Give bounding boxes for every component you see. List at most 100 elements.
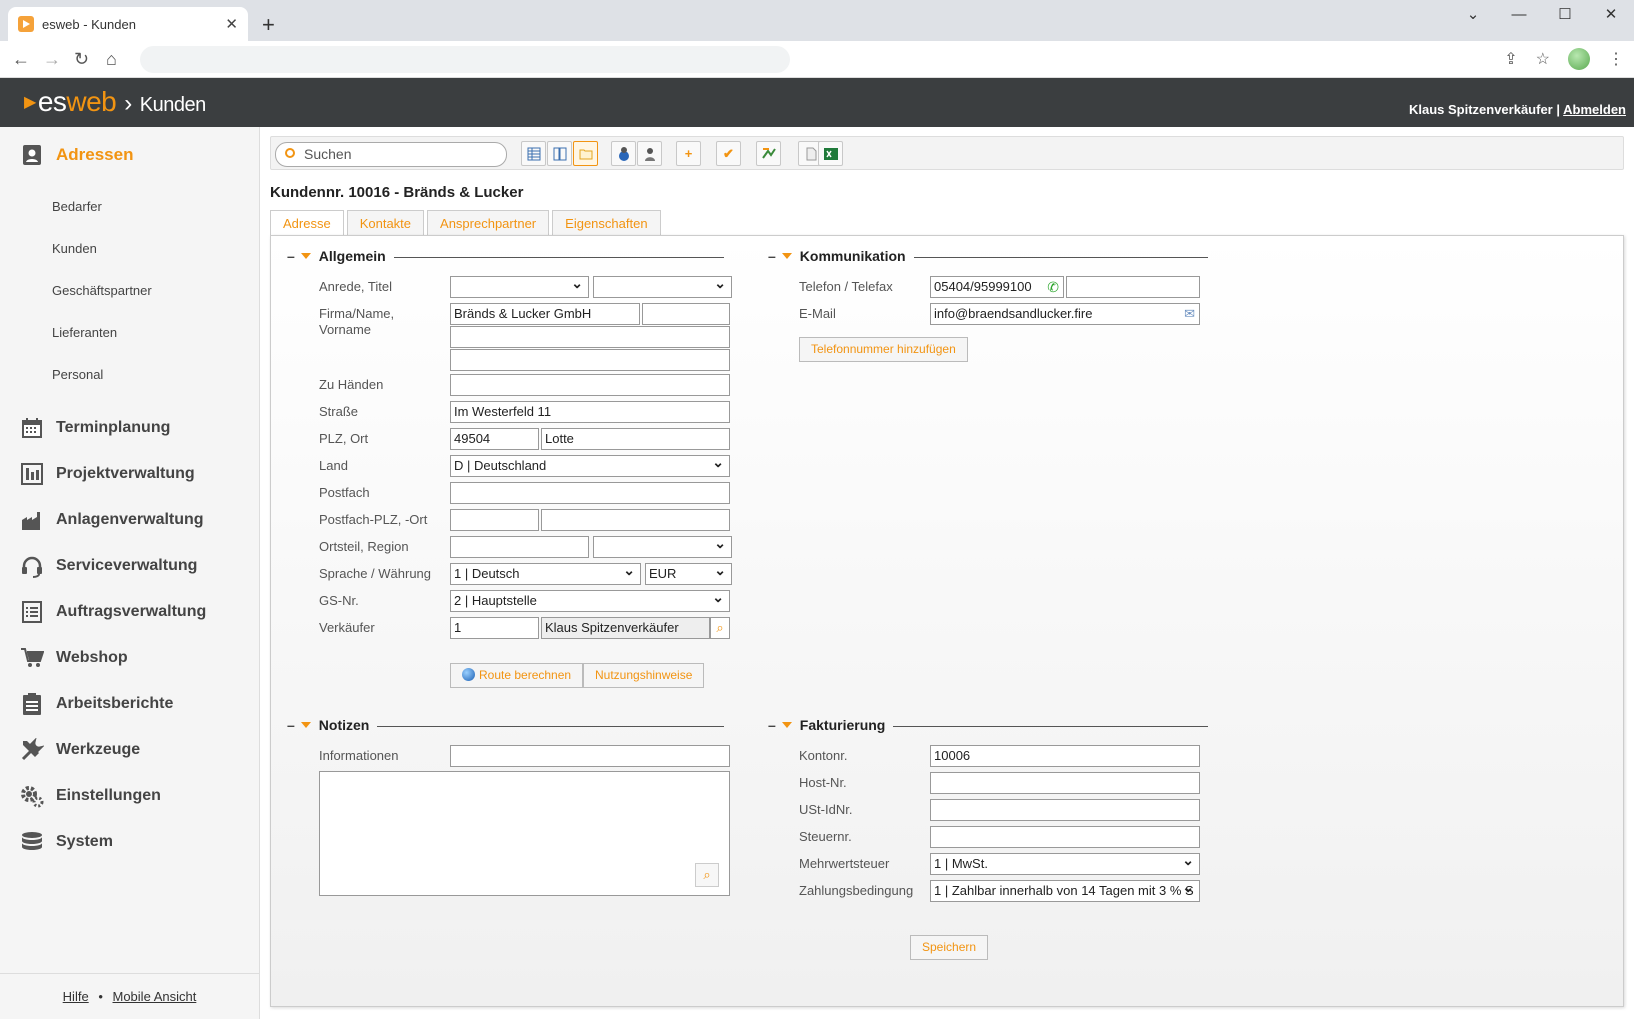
sidebar-item-label: Webshop (56, 649, 128, 666)
notes-textarea[interactable]: ⌕ (319, 771, 730, 896)
plz-field[interactable]: 49504 (450, 428, 539, 450)
region-select[interactable] (593, 536, 732, 558)
bookmark-star-icon[interactable]: ☆ (1536, 49, 1550, 69)
titel-select[interactable] (593, 276, 732, 298)
sidebar-item-terminplanung[interactable]: Terminplanung (20, 416, 170, 440)
tab-kontakte[interactable]: Kontakte (346, 210, 425, 236)
ortsteil-field[interactable] (450, 536, 589, 558)
mail-icon[interactable]: ✉ (1184, 304, 1195, 324)
postfach-ort-field[interactable] (541, 509, 730, 531)
help-link[interactable]: Hilfe (63, 989, 89, 1004)
sidebar-subitem-kunden[interactable]: Kunden (52, 241, 97, 256)
zahlung-select[interactable]: 1 | Zahlbar innerhalb von 14 Tagen mit 3… (930, 880, 1200, 902)
zuhaenden-field[interactable] (450, 374, 730, 396)
save-button[interactable]: Speichern (910, 935, 989, 960)
breadcrumb-chevron-icon: › (124, 90, 132, 117)
sidebar-item-projektverwaltung[interactable]: Projektverwaltung (20, 462, 195, 486)
email-field[interactable]: info@braendsandlucker.fire ✉ (930, 303, 1200, 325)
minimize-button[interactable]: — (1496, 0, 1542, 30)
sidebar-item-auftragsverwaltung[interactable]: Auftragsverwaltung (20, 600, 206, 624)
vorname-field[interactable] (642, 303, 730, 325)
ort-field[interactable]: Lotte (541, 428, 730, 450)
sprache-select[interactable]: 1 | Deutsch (450, 563, 641, 585)
mwst-select[interactable]: 1 | MwSt. (930, 853, 1200, 875)
browser-tab[interactable]: esweb - Kunden ✕ (8, 7, 248, 41)
postfach-plz-field[interactable] (450, 509, 539, 531)
info-field[interactable] (450, 745, 730, 767)
section-fakturierung[interactable]: – Fakturierung (768, 717, 1208, 733)
notes-search-icon[interactable]: ⌕ (695, 863, 719, 887)
sidebar-item-einstellungen[interactable]: Einstellungen (20, 784, 161, 808)
add-phone-button[interactable]: Telefonnummer hinzufügen (799, 337, 968, 362)
home-icon[interactable]: ⌂ (106, 49, 117, 70)
sidebar-item-werkzeuge[interactable]: Werkzeuge (20, 737, 140, 762)
sidebar-subitem-geschaeftspartner[interactable]: Geschäftspartner (52, 283, 152, 298)
add-button[interactable]: + (676, 141, 701, 166)
postfach-field[interactable] (450, 482, 730, 504)
back-icon[interactable]: ← (12, 49, 30, 70)
section-notizen[interactable]: – Notizen (287, 717, 724, 733)
section-allgemein[interactable]: – Allgemein (287, 248, 724, 264)
detail-view-button[interactable] (547, 141, 572, 166)
list-view-button[interactable] (521, 141, 546, 166)
contacts-button[interactable] (611, 141, 636, 166)
sidebar-item-anlagenverwaltung[interactable]: Anlagenverwaltung (20, 508, 204, 532)
menu-icon[interactable]: ⋮ (1608, 49, 1624, 69)
excel-export-button[interactable] (818, 141, 843, 166)
verkaeufer-search-icon[interactable]: ⌕ (710, 617, 730, 639)
verkaeufer-nr-field[interactable]: 1 (450, 617, 539, 639)
section-kommunikation[interactable]: – Kommunikation (768, 248, 1208, 264)
phone-call-icon[interactable]: ✆ (1047, 277, 1059, 297)
maximize-button[interactable]: ☐ (1542, 0, 1588, 30)
close-tab-icon[interactable]: ✕ (225, 15, 238, 33)
route-button[interactable]: Route berechnen (450, 663, 584, 688)
land-select[interactable]: D | Deutschland (450, 455, 730, 477)
ustid-field[interactable] (930, 799, 1200, 821)
hostnr-field[interactable] (930, 772, 1200, 794)
reload-icon[interactable]: ↻ (74, 49, 89, 70)
name3-field[interactable] (450, 349, 730, 371)
folder-view-button[interactable] (573, 141, 598, 166)
compare-button[interactable] (756, 141, 781, 166)
sidebar-item-serviceverwaltung[interactable]: Serviceverwaltung (20, 554, 197, 578)
nutzungshinweise-button[interactable]: Nutzungshinweise (583, 663, 705, 688)
forward-icon[interactable]: → (43, 49, 61, 70)
plzort-label: PLZ, Ort (319, 431, 369, 446)
sidebar-item-webshop[interactable]: Webshop (20, 646, 128, 670)
sidebar-item-system[interactable]: System (20, 830, 113, 854)
telefon-field[interactable]: 05404/95999100 ✆ (930, 276, 1064, 298)
person-button[interactable] (637, 141, 662, 166)
window-controls: ⌄ — ☐ ✕ (1450, 0, 1634, 30)
anrede-select[interactable] (450, 276, 589, 298)
telefax-field[interactable] (1066, 276, 1200, 298)
logout-link[interactable]: Abmelden (1563, 102, 1626, 117)
search-input[interactable]: Suchen (275, 142, 507, 167)
mwst-label: Mehrwertsteuer (799, 856, 890, 871)
confirm-button[interactable]: ✔ (716, 141, 741, 166)
esweb-logo[interactable]: ▶ es web › Kunden (24, 86, 206, 118)
section-title: Notizen (318, 717, 370, 733)
tab-eigenschaften[interactable]: Eigenschaften (552, 210, 661, 236)
profile-avatar[interactable] (1568, 48, 1590, 70)
sidebar-subitem-personal[interactable]: Personal (52, 367, 103, 382)
tab-search-icon[interactable]: ⌄ (1450, 0, 1496, 30)
kontonr-field[interactable]: 10006 (930, 745, 1200, 767)
address-bar[interactable] (140, 46, 790, 73)
mobile-view-link[interactable]: Mobile Ansicht (113, 989, 197, 1004)
sidebar-item-arbeitsberichte[interactable]: Arbeitsberichte (20, 692, 173, 716)
close-window-button[interactable]: ✕ (1588, 0, 1634, 30)
share-icon[interactable]: ⇪ (1504, 49, 1517, 69)
name2-field[interactable] (450, 326, 730, 348)
sidebar-item-adressen[interactable]: Adressen (20, 143, 133, 167)
steuernr-field[interactable] (930, 826, 1200, 848)
sidebar-subitem-bedarfer[interactable]: Bedarfer (52, 199, 102, 214)
tab-adresse[interactable]: Adresse (270, 210, 344, 236)
strasse-field[interactable]: Im Westerfeld 11 (450, 401, 730, 423)
email-value: info@braendsandlucker.fire (934, 306, 1093, 321)
tab-ansprechpartner[interactable]: Ansprechpartner (427, 210, 550, 236)
new-tab-button[interactable]: + (262, 12, 275, 38)
sidebar-subitem-lieferanten[interactable]: Lieferanten (52, 325, 117, 340)
waehrung-select[interactable]: EUR (645, 563, 732, 585)
gsnr-select[interactable]: 2 | Hauptstelle (450, 590, 730, 612)
firma-field[interactable]: Bränds & Lucker GmbH (450, 303, 640, 325)
